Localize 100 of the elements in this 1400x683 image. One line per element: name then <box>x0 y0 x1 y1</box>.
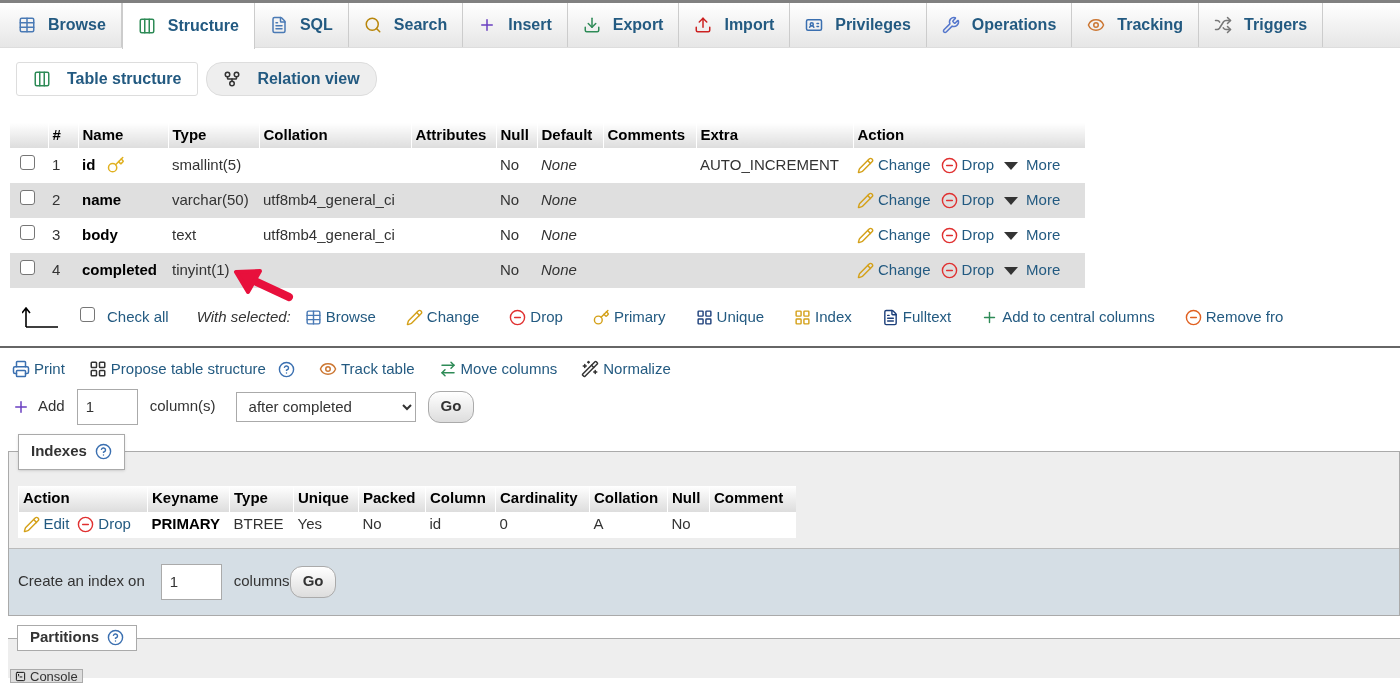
change-link[interactable]: Change <box>857 154 931 177</box>
nav-tab[interactable]: Triggers <box>1199 3 1324 47</box>
bulk-action-link[interactable]: Add to central columns <box>981 305 1155 329</box>
more-link[interactable]: More <box>1004 224 1061 247</box>
row-checkbox[interactable] <box>20 155 35 171</box>
row-number: 2 <box>52 191 61 209</box>
tool-link[interactable]: Propose table structure <box>88 358 266 381</box>
nav-tab[interactable]: Search <box>348 3 464 47</box>
go-button[interactable]: Go <box>289 565 337 598</box>
column-header: Action <box>18 485 148 512</box>
nav-tab[interactable]: SQL <box>254 3 349 47</box>
column-header: Type <box>229 485 294 512</box>
pencil-icon <box>405 308 423 326</box>
more-link[interactable]: More <box>1004 154 1061 177</box>
document-icon <box>269 16 288 34</box>
change-link[interactable]: Change <box>857 259 931 282</box>
row-checkbox[interactable] <box>20 260 35 276</box>
nav-tab[interactable]: Browse <box>3 3 122 47</box>
console-button[interactable]: Console <box>10 669 83 683</box>
column-header: Null <box>667 485 710 512</box>
tool-link[interactable]: Track table <box>318 358 415 381</box>
nav-tab[interactable]: Structure <box>121 3 255 49</box>
relation-icon <box>223 70 242 88</box>
more-link[interactable]: More <box>1004 259 1061 282</box>
fulltext-icon <box>881 308 899 326</box>
default-text: None <box>541 156 577 174</box>
nav-tab[interactable]: Operations <box>926 3 1073 47</box>
column-header: Packed <box>358 485 426 512</box>
columns-label: columns <box>233 571 290 592</box>
import-icon <box>694 16 713 34</box>
row-checkbox[interactable] <box>20 190 35 206</box>
null-text: No <box>500 191 520 209</box>
column-header: Collation <box>589 485 668 512</box>
bulk-action-link[interactable]: Unique <box>695 305 765 329</box>
bulk-action-link[interactable]: Remove fro <box>1184 305 1284 329</box>
bulk-action-link[interactable]: Browse <box>304 305 376 329</box>
index-columns-field[interactable]: 1 <box>160 563 222 600</box>
drop-link[interactable]: Drop <box>77 513 131 536</box>
arrow-annotation <box>232 268 294 302</box>
collation-text: utf8mb4_general_ci <box>263 226 395 244</box>
nav-tab[interactable]: Privileges <box>790 3 927 47</box>
bulk-action-link[interactable]: Index <box>794 305 852 329</box>
row-checkbox[interactable] <box>20 225 35 241</box>
move-columns-icon <box>438 360 457 379</box>
drop-link[interactable]: Drop <box>940 189 995 212</box>
wand-icon <box>581 360 600 379</box>
change-link[interactable]: Change <box>857 189 931 212</box>
pencil-icon <box>857 192 874 209</box>
column-header: Null <box>496 123 537 148</box>
column-header: Action <box>853 123 1085 148</box>
drop-link[interactable]: Drop <box>940 259 995 282</box>
nav-tab[interactable]: Export <box>567 3 680 47</box>
printer-icon <box>12 360 30 379</box>
position-select[interactable]: after completed <box>235 391 416 422</box>
nav-tab[interactable]: Import <box>679 3 791 47</box>
row-checkbox[interactable] <box>80 306 95 322</box>
bulk-action-link[interactable]: Drop <box>509 305 563 329</box>
caret-icon <box>1004 266 1019 275</box>
arrow-up-icon <box>22 306 58 328</box>
column-text: id <box>429 515 442 533</box>
bulk-action-link[interactable]: Fulltext <box>881 305 952 329</box>
nav-tab[interactable]: Tracking <box>1072 3 1200 47</box>
default-text: None <box>541 226 577 244</box>
columns-label: column(s) <box>149 396 216 417</box>
minus-circle-icon <box>940 227 958 244</box>
edit-link[interactable]: Edit <box>22 513 70 536</box>
null-text: No <box>500 156 520 174</box>
bulk-action-link[interactable]: Change <box>405 305 480 329</box>
row-number: 4 <box>52 261 61 279</box>
bulk-action-link[interactable]: Primary <box>592 305 666 329</box>
minus-circle-icon <box>940 157 958 174</box>
check-all-link[interactable]: Check all <box>107 305 169 329</box>
minus-circle-icon <box>77 516 95 533</box>
cardinality-text: 0 <box>499 515 508 533</box>
unique-text: Yes <box>297 515 322 533</box>
subtab-button[interactable]: Table structure <box>16 62 199 96</box>
column-count-field[interactable]: 1 <box>76 388 138 425</box>
id-card-icon <box>805 16 824 34</box>
null-text: No <box>671 515 691 533</box>
tool-link[interactable]: Print <box>12 358 65 381</box>
eye-icon <box>1087 16 1106 34</box>
pencil-icon <box>22 516 40 533</box>
change-link[interactable]: Change <box>857 224 931 247</box>
type-text: smallint(5) <box>172 156 242 174</box>
column-header: Comment <box>709 485 796 512</box>
drop-link[interactable]: Drop <box>940 154 995 177</box>
terminal-icon <box>15 670 26 682</box>
drop-link[interactable]: Drop <box>940 224 995 247</box>
more-link[interactable]: More <box>1004 189 1061 212</box>
subtab-button[interactable]: Relation view <box>206 62 377 96</box>
indexes-legend: Indexes <box>18 433 125 470</box>
tool-link[interactable]: Normalize <box>581 358 671 381</box>
caret-icon <box>1004 196 1019 205</box>
nav-tab[interactable]: Insert <box>463 3 568 47</box>
go-button[interactable]: Go <box>427 390 475 423</box>
column-header: Comments <box>603 123 696 148</box>
grid-icon <box>88 360 107 379</box>
tool-link[interactable]: Move columns <box>438 358 558 381</box>
column-header: Attributes <box>411 123 496 148</box>
help-icon <box>277 360 295 378</box>
